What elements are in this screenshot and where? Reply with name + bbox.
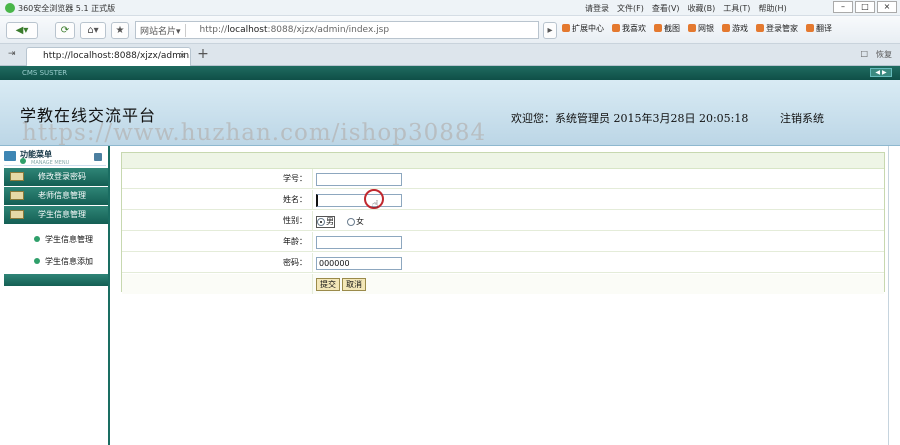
password-label: 密码：	[283, 258, 307, 267]
refresh-icon: ⟳	[60, 25, 70, 36]
address-url[interactable]: http://localhost:8088/xjzx/admin/index.j…	[186, 25, 389, 35]
sidebar-subitem-student-list[interactable]: 学生信息管理	[34, 234, 93, 245]
student-id-input[interactable]	[316, 173, 402, 186]
gender-label: 性别：	[283, 216, 307, 225]
new-tab-button[interactable]: +	[196, 47, 210, 62]
play-icon: ▸	[547, 25, 553, 36]
tab-bar-tools: □ 恢复	[860, 49, 892, 60]
form-row-name: 姓名：	[122, 190, 884, 210]
toolbar-likes[interactable]: 我喜欢	[612, 23, 646, 34]
tab-bar: ⇥ http://localhost:8088/xjzx/admin... × …	[0, 44, 900, 66]
favorite-button[interactable]: ★	[111, 22, 129, 39]
toolbar-games[interactable]: 游戏	[722, 23, 748, 34]
close-window-button[interactable]: ×	[877, 1, 897, 13]
window-controls: – □ ×	[833, 1, 897, 13]
browser-nav-bar: ◀▾ ⟳ ⌂▾ ★ 网站名片▾ http://localhost:8088/xj…	[0, 16, 900, 44]
menu-icon	[4, 151, 16, 161]
age-input[interactable]	[316, 236, 402, 249]
tab-list-icon[interactable]: □	[860, 49, 868, 60]
folder-icon	[10, 172, 24, 181]
toolbar-login-manager[interactable]: 登录管家	[756, 23, 798, 34]
tab-title: http://localhost:8088/xjzx/admin...	[43, 51, 191, 61]
form-row-password: 密码：	[122, 253, 884, 273]
site-card-button[interactable]: 网站名片▾	[136, 23, 186, 37]
student-id-label: 学号：	[283, 174, 307, 183]
gender-radio-female[interactable]: 女	[346, 216, 365, 228]
folder-icon	[10, 191, 24, 200]
gender-radio-male[interactable]: 男	[316, 216, 335, 228]
go-button[interactable]: ▸	[543, 22, 557, 39]
toolbar-extensions[interactable]: 扩展中心	[562, 23, 604, 34]
logout-link[interactable]: 注销系统	[780, 110, 824, 126]
sidebar-item-label: 修改登录密码	[38, 172, 86, 181]
sidebar-item-teacher-management[interactable]: 老师信息管理	[4, 187, 108, 205]
maximize-button[interactable]: □	[855, 1, 875, 13]
home-button[interactable]: ⌂▾	[80, 22, 106, 39]
form-row-actions: 提交 取消	[122, 274, 884, 294]
toolbar-translate[interactable]: 翻译	[806, 23, 832, 34]
form-top-bar	[122, 153, 884, 169]
address-bar[interactable]: 网站名片▾ http://localhost:8088/xjzx/admin/i…	[135, 21, 539, 39]
browser-toolbar-items: 扩展中心 我喜欢 截图 网银 游戏 登录管家 翻译	[562, 23, 832, 34]
browser-logo-icon	[5, 3, 15, 13]
name-label: 姓名：	[283, 195, 307, 204]
menu-collapse-icon[interactable]	[94, 153, 102, 161]
main-content: 学号： 姓名： 性别： 男 女 年龄： 密码： 提交 取消	[112, 146, 900, 445]
form-row-student-id: 学号：	[122, 169, 884, 189]
toolbar-bank[interactable]: 网银	[688, 23, 714, 34]
radio-unselected-icon	[347, 218, 355, 226]
login-link[interactable]: 请登录	[585, 3, 609, 14]
sidebar-item-change-password[interactable]: 修改登录密码	[4, 168, 108, 186]
sidebar-item-label: 学生信息管理	[38, 210, 86, 219]
star-icon: ★	[115, 25, 125, 36]
toolbar-screenshot[interactable]: 截图	[654, 23, 680, 34]
password-input[interactable]	[316, 257, 402, 270]
minimize-button[interactable]: –	[833, 1, 853, 13]
strip-text: CMS SUSTER	[22, 69, 68, 77]
tab-close-icon[interactable]: ×	[178, 48, 186, 65]
browser-title-bar: 360安全浏览器 5.1 正式版 请登录 文件(F) 查看(V) 收藏(B) 工…	[0, 0, 900, 16]
browser-menu-bar: 请登录 文件(F) 查看(V) 收藏(B) 工具(T) 帮助(H)	[585, 3, 787, 14]
menu-subtitle: MANAGE MENU	[20, 158, 69, 166]
sidebar-toggle-icon[interactable]: ⇥	[8, 49, 16, 59]
sidebar-item-label: 老师信息管理	[38, 191, 86, 200]
browser-tab-active[interactable]: http://localhost:8088/xjzx/admin... ×	[26, 47, 191, 66]
welcome-text: 欢迎您：系统管理员 2015年3月28日 20:05:18	[511, 112, 749, 125]
gender-female-label: 女	[356, 217, 364, 226]
menu-tools[interactable]: 工具(T)	[723, 3, 750, 14]
back-arrow-icon: ◀▾	[15, 25, 29, 36]
content-scroll-edge	[888, 146, 889, 445]
home-icon: ⌂▾	[87, 25, 99, 36]
back-button[interactable]: ◀▾	[6, 22, 38, 39]
strip-nav-control[interactable]: ◀ ▶	[870, 68, 892, 77]
sidebar-subitem-student-add[interactable]: 学生信息添加	[34, 256, 93, 267]
form-row-gender: 性别： 男 女	[122, 211, 884, 231]
sidebar-menu-header: 功能菜单 MANAGE MENU	[4, 148, 106, 166]
menu-file[interactable]: 文件(F)	[617, 3, 644, 14]
refresh-button[interactable]: ⟳	[55, 22, 75, 39]
cancel-button[interactable]: 取消	[342, 278, 366, 291]
student-add-form: 学号： 姓名： 性别： 男 女 年龄： 密码： 提交 取消	[121, 152, 885, 294]
gender-male-label: 男	[326, 217, 334, 226]
radio-selected-icon	[317, 218, 325, 226]
age-label: 年龄：	[283, 237, 307, 246]
watermark-text: https://www.huzhan.com/ishop30884	[22, 120, 487, 146]
folder-icon	[10, 210, 24, 219]
hand-cursor-icon: ☝	[372, 198, 379, 211]
app-top-strip: CMS SUSTER ◀ ▶	[0, 66, 900, 80]
form-row-age: 年龄：	[122, 232, 884, 252]
menu-favorites[interactable]: 收藏(B)	[688, 3, 716, 14]
menu-view[interactable]: 查看(V)	[652, 3, 680, 14]
browser-app-title: 360安全浏览器 5.1 正式版	[18, 4, 116, 13]
sidebar-footer-bar	[4, 274, 108, 286]
submit-button[interactable]: 提交	[316, 278, 340, 291]
sidebar: 功能菜单 MANAGE MENU 修改登录密码 老师信息管理 学生信息管理 学生…	[0, 146, 110, 445]
sidebar-item-student-management[interactable]: 学生信息管理	[4, 206, 108, 224]
name-input[interactable]	[316, 194, 402, 207]
menu-help[interactable]: 帮助(H)	[758, 3, 786, 14]
restore-tab-button[interactable]: 恢复	[876, 49, 892, 60]
